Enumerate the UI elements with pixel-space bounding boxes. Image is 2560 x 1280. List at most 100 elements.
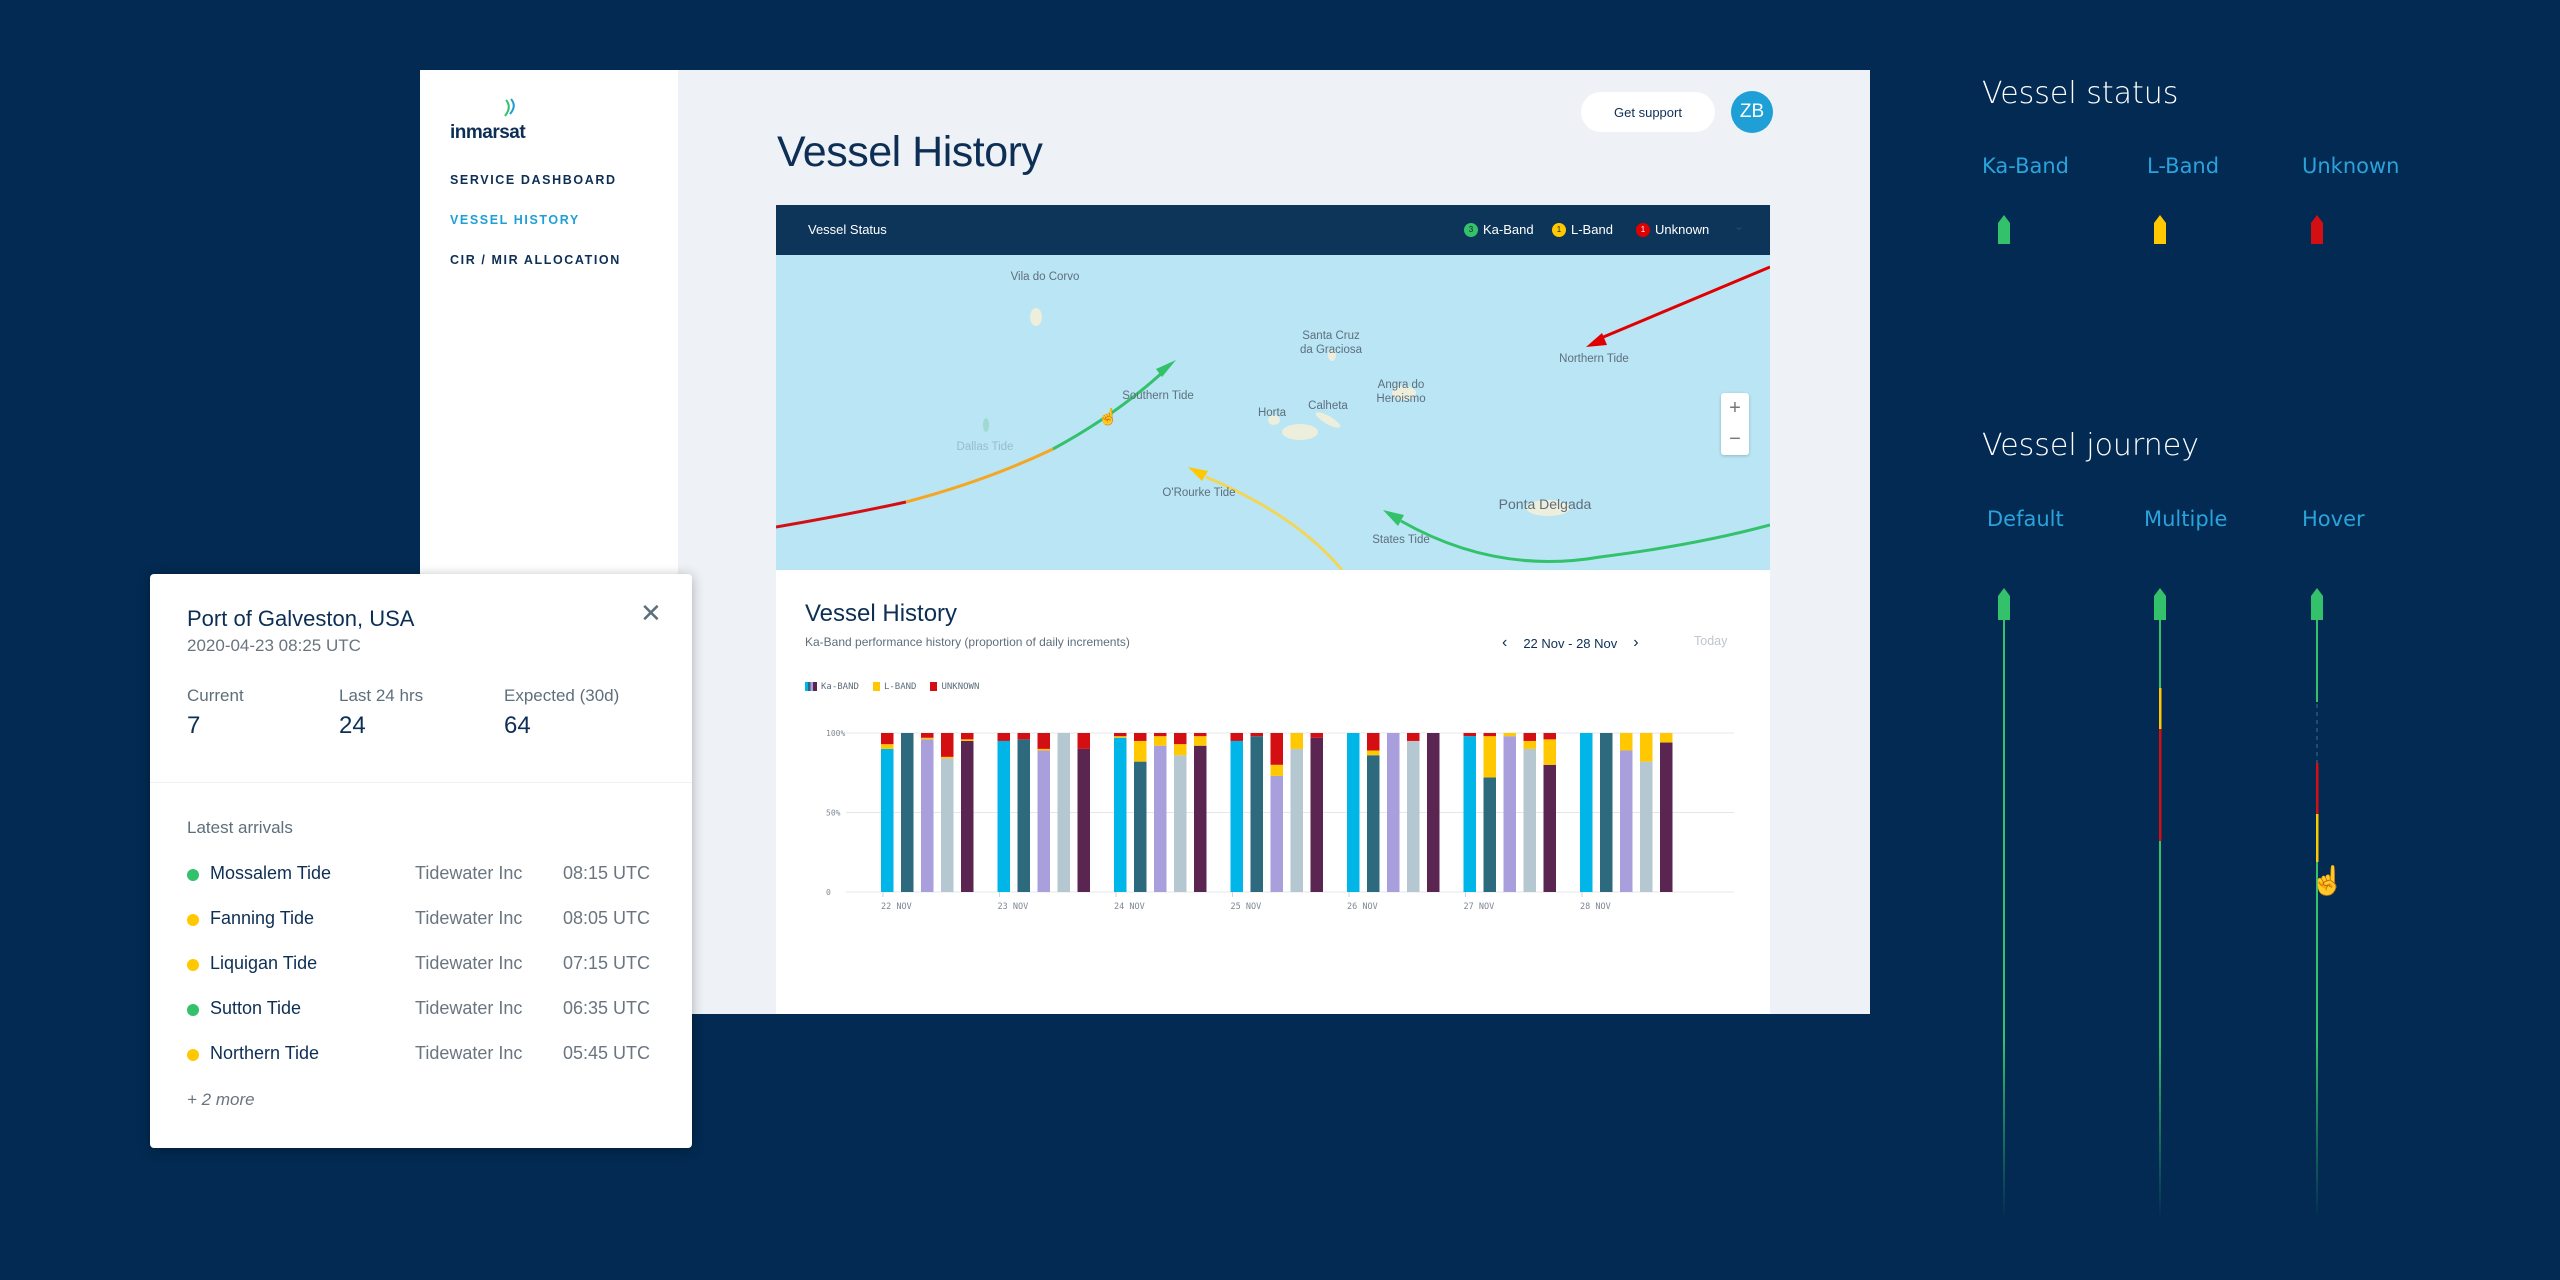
stat-value: 24 xyxy=(339,712,366,739)
vessel-label[interactable]: O'Rourke Tide xyxy=(1162,487,1235,499)
arrival-time: 08:15 UTC xyxy=(563,863,651,883)
place-label: da Graciosa xyxy=(1299,344,1363,356)
chevron-down-icon[interactable]: ⌄ xyxy=(1734,219,1744,233)
zoom-out-button[interactable]: − xyxy=(1721,424,1749,455)
latest-arrivals-label: Latest arrivals xyxy=(187,818,293,837)
company: Tidewater Inc xyxy=(415,908,523,928)
nav-service-dashboard[interactable]: SERVICE DASHBOARD xyxy=(450,173,617,187)
bar-ka-band xyxy=(1427,733,1440,892)
place-label: Horta xyxy=(1257,407,1287,419)
arrival-row[interactable]: Fanning Tide Tidewater Inc 08:05 UTC xyxy=(187,905,657,935)
avatar[interactable]: ZB xyxy=(1731,91,1773,133)
bar-unknown xyxy=(881,733,894,745)
bar-l-band xyxy=(881,744,894,749)
northern-tide-vessel-icon[interactable] xyxy=(1586,333,1607,347)
bar-ka-band xyxy=(1154,745,1167,892)
bar-unknown xyxy=(1174,733,1187,745)
bar-unknown xyxy=(1134,733,1147,741)
bar-ka-band xyxy=(1580,733,1593,892)
map[interactable]: Vila do Corvo Santa Cruz da Graciosa Ang… xyxy=(776,255,1770,570)
close-icon[interactable]: ✕ xyxy=(640,598,662,629)
vessel-history-chart-card: Vessel History Ka-Band performance histo… xyxy=(776,570,1770,1014)
bar-ka-band xyxy=(1250,736,1263,892)
vessel-label[interactable]: Dallas Tide xyxy=(957,441,1014,453)
vessel-label[interactable]: Southern Tide xyxy=(1122,390,1194,402)
southern-tide-track-red[interactable] xyxy=(776,500,907,529)
y-tick-label: 100% xyxy=(826,729,845,738)
arrival-row[interactable]: Sutton Tide Tidewater Inc 06:35 UTC xyxy=(187,995,657,1025)
zoom-in-button[interactable]: + xyxy=(1721,393,1749,424)
stat-value: 64 xyxy=(504,712,531,739)
status-unknown[interactable]: 1 Unknown xyxy=(1636,222,1709,237)
vessel-label[interactable]: Northern Tide xyxy=(1559,353,1629,365)
place-label: Ponta Delgada xyxy=(1498,496,1592,512)
bar-ka-band xyxy=(1483,777,1496,892)
bar-l-band xyxy=(1114,736,1127,738)
bar-ka-band xyxy=(1077,748,1090,892)
nav-vessel-history[interactable]: VESSEL HISTORY xyxy=(450,213,580,227)
bar-ka-band xyxy=(1290,748,1303,892)
bar-l-band xyxy=(921,737,934,740)
bar-l-band xyxy=(1543,739,1556,765)
arrival-row[interactable]: Liquigan Tide Tidewater Inc 07:15 UTC xyxy=(187,950,657,980)
bar-ka-band xyxy=(1407,740,1420,892)
stat-value: 7 xyxy=(187,712,201,739)
map-header-title: Vessel Status xyxy=(808,222,887,237)
northern-tide-track[interactable] xyxy=(1600,265,1770,340)
journey-hover: ☝ xyxy=(2310,588,2345,1220)
more-arrivals-link[interactable]: + 2 more xyxy=(187,1090,255,1110)
company: Tidewater Inc xyxy=(415,998,523,1018)
status-l-band[interactable]: 1 L-Band xyxy=(1552,222,1613,237)
place-label: Angra do xyxy=(1377,379,1425,391)
journey-multiple xyxy=(2154,588,2166,1220)
status-label: Unknown xyxy=(2302,154,2400,178)
x-tick-label: 25 NOV xyxy=(1231,902,1262,912)
status-ka-band[interactable]: 3 Ka-Band xyxy=(1464,222,1534,237)
bar-unknown xyxy=(997,733,1010,741)
y-tick-label: 0 xyxy=(826,888,831,897)
bar-ka-band xyxy=(1523,748,1536,892)
bar-unknown xyxy=(1463,733,1476,737)
hand-cursor-icon: ☝ xyxy=(2310,863,2345,897)
bar-l-band xyxy=(1290,733,1303,749)
vessel-name: Sutton Tide xyxy=(210,998,302,1018)
bar-l-band xyxy=(1037,748,1050,751)
port-popup: Port of Galveston, USA 2020-04-23 08:25 … xyxy=(150,574,692,1148)
arrival-time: 07:15 UTC xyxy=(563,953,651,973)
southern-tide-track-orange[interactable] xyxy=(905,447,1054,504)
bar-unknown xyxy=(941,733,954,757)
port-name: Port of Galveston, USA xyxy=(187,606,415,631)
bar-ka-band xyxy=(1543,764,1556,892)
unknown-count-badge: 1 xyxy=(1636,222,1650,237)
vessel-name: Mossalem Tide xyxy=(210,863,332,883)
bar-ka-band xyxy=(1057,733,1070,892)
bar-ka-band xyxy=(1503,736,1516,892)
arrival-row[interactable]: Northern Tide Tidewater Inc 05:45 UTC xyxy=(187,1040,657,1070)
bar-unknown xyxy=(961,733,974,740)
status-dot xyxy=(187,914,199,926)
bar-l-band xyxy=(1270,764,1283,776)
arrival-row[interactable]: Mossalem Tide Tidewater Inc 08:15 UTC xyxy=(187,860,657,890)
states-tide-vessel-icon[interactable] xyxy=(1383,510,1404,526)
bar-unknown xyxy=(1230,733,1243,741)
stat-label: Last 24 hrs xyxy=(339,686,424,705)
vessel-label[interactable]: States Tide xyxy=(1372,534,1430,546)
bar-unknown xyxy=(1407,733,1420,741)
nav-cir-mir-allocation[interactable]: CIR / MIR ALLOCATION xyxy=(450,253,621,267)
bar-ka-band xyxy=(1367,755,1380,892)
stat-label: Expected (30d) xyxy=(504,686,620,705)
bar-ka-band xyxy=(1347,733,1360,892)
place-label: Santa Cruz xyxy=(1302,330,1360,342)
x-tick-label: 23 NOV xyxy=(998,902,1029,912)
arrival-time: 05:45 UTC xyxy=(563,1043,651,1063)
status-label: Ka-Band xyxy=(1982,154,2070,178)
vessel-status-map-card: Vessel Status 3 Ka-Band 1 L-Band 1 Unknown … xyxy=(776,205,1770,570)
l-band-vessel-icon xyxy=(2154,215,2166,244)
place-label: Heroismo xyxy=(1376,393,1426,405)
bar-l-band xyxy=(1154,736,1167,746)
unknown-vessel-icon xyxy=(2311,215,2323,244)
states-tide-track[interactable] xyxy=(1400,519,1770,563)
bar-ka-band xyxy=(901,733,914,892)
orourke-tide-vessel-icon[interactable] xyxy=(1188,467,1208,481)
get-support-button[interactable]: Get support xyxy=(1581,92,1715,132)
